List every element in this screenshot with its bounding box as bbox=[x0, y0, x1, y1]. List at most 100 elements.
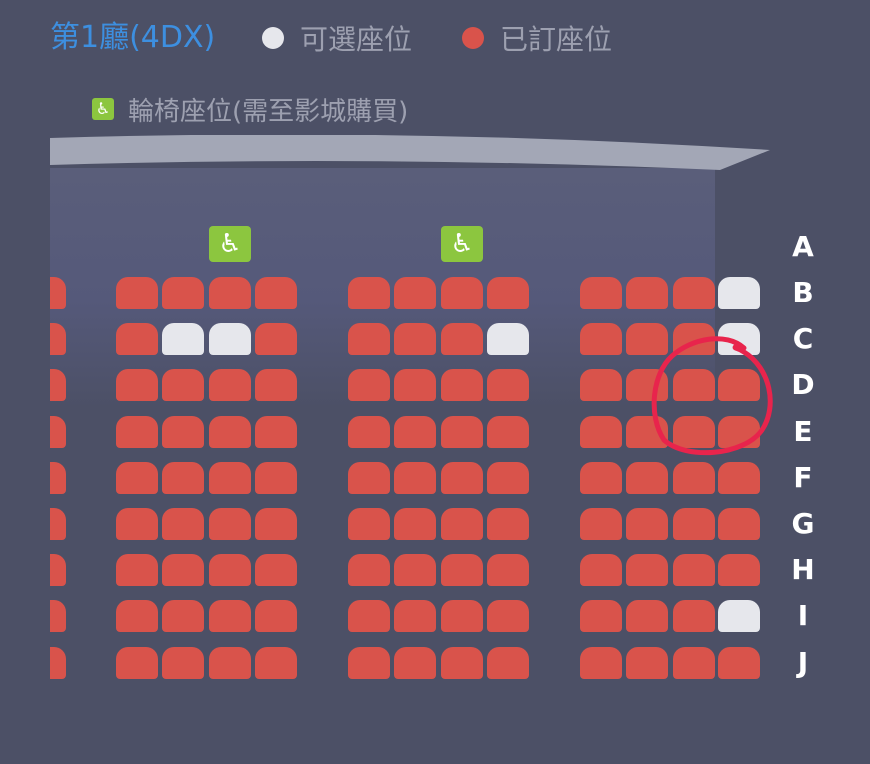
seat-J2 bbox=[162, 646, 204, 679]
seat-C4 bbox=[255, 323, 297, 356]
seat-G3 bbox=[209, 508, 251, 540]
red-circle-annotation bbox=[651, 336, 773, 456]
seat-B6 bbox=[394, 277, 436, 309]
seat-G7 bbox=[441, 508, 483, 540]
seat-B3 bbox=[209, 277, 251, 309]
seat-F3 bbox=[209, 461, 251, 494]
seat-J4 bbox=[255, 646, 297, 679]
row-label-c: C bbox=[792, 322, 814, 356]
seat-F6 bbox=[394, 461, 436, 494]
seat-J1 bbox=[116, 646, 158, 679]
seat-D6 bbox=[394, 369, 436, 402]
seat-F11 bbox=[673, 461, 715, 494]
seat-D9 bbox=[580, 369, 622, 402]
seat-G0 bbox=[50, 508, 66, 540]
seat-G4 bbox=[255, 508, 297, 540]
seat-J8 bbox=[487, 646, 529, 679]
seat-D1 bbox=[116, 369, 158, 402]
seat-F10 bbox=[626, 461, 668, 494]
seat-E2 bbox=[162, 415, 204, 448]
seat-C7 bbox=[441, 323, 483, 356]
seat-B4 bbox=[255, 277, 297, 309]
seat-F7 bbox=[441, 461, 483, 494]
seat-H4 bbox=[255, 554, 297, 587]
seat-B8 bbox=[487, 277, 529, 309]
seat-I3 bbox=[209, 600, 251, 633]
seat-E9 bbox=[580, 415, 622, 448]
row-label-d: D bbox=[791, 368, 815, 402]
seat-D0 bbox=[50, 369, 66, 402]
seat-J12 bbox=[718, 646, 760, 679]
seat-J6 bbox=[394, 646, 436, 679]
seat-G9 bbox=[580, 508, 622, 540]
seat-H6 bbox=[394, 554, 436, 587]
seat-C9 bbox=[580, 323, 622, 356]
seat-I0 bbox=[50, 600, 66, 633]
seat-H5 bbox=[348, 554, 390, 587]
seat-I5 bbox=[348, 600, 390, 633]
seat-I10 bbox=[626, 600, 668, 633]
seat-F1 bbox=[116, 461, 158, 494]
seat-G11 bbox=[673, 508, 715, 540]
seat-F4 bbox=[255, 461, 297, 494]
seat-I12[interactable] bbox=[718, 600, 760, 633]
seat-F2 bbox=[162, 461, 204, 494]
seat-G1 bbox=[116, 508, 158, 540]
row-label-a: A bbox=[792, 229, 814, 263]
seat-E3 bbox=[209, 415, 251, 448]
seat-J0 bbox=[50, 646, 66, 679]
seat-B11 bbox=[673, 277, 715, 309]
seat-G2 bbox=[162, 508, 204, 540]
seat-D8 bbox=[487, 369, 529, 402]
seat-G8 bbox=[487, 508, 529, 540]
seat-I8 bbox=[487, 600, 529, 633]
seat-C3[interactable] bbox=[209, 323, 251, 356]
seat-B10 bbox=[626, 277, 668, 309]
seat-I7 bbox=[441, 600, 483, 633]
seat-H11 bbox=[673, 554, 715, 587]
seat-G5 bbox=[348, 508, 390, 540]
seat-G10 bbox=[626, 508, 668, 540]
seat-G6 bbox=[394, 508, 436, 540]
seat-H1 bbox=[116, 554, 158, 587]
seat-D4 bbox=[255, 369, 297, 402]
seat-C1 bbox=[116, 323, 158, 356]
seat-I2 bbox=[162, 600, 204, 633]
seat-J3 bbox=[209, 646, 251, 679]
row-label-j: J bbox=[797, 645, 809, 679]
seat-G12 bbox=[718, 508, 760, 540]
seat-E5 bbox=[348, 415, 390, 448]
seat-F12 bbox=[718, 461, 760, 494]
seat-B5 bbox=[348, 277, 390, 309]
seat-H7 bbox=[441, 554, 483, 587]
seat-D3 bbox=[209, 369, 251, 402]
seat-B2 bbox=[162, 277, 204, 309]
seat-F8 bbox=[487, 461, 529, 494]
seat-F9 bbox=[580, 461, 622, 494]
row-label-g: G bbox=[791, 507, 815, 540]
seat-E4 bbox=[255, 415, 297, 448]
seat-D2 bbox=[162, 369, 204, 402]
seat-C0 bbox=[50, 323, 66, 356]
seat-C8[interactable] bbox=[487, 323, 529, 356]
seat-H9 bbox=[580, 554, 622, 587]
seat-B7 bbox=[441, 277, 483, 309]
seat-H8 bbox=[487, 554, 529, 587]
seat-H12 bbox=[718, 554, 760, 587]
row-label-f: F bbox=[793, 460, 813, 494]
seat-J5 bbox=[348, 646, 390, 679]
seat-C5 bbox=[348, 323, 390, 356]
seat-F5 bbox=[348, 461, 390, 494]
seat-J7 bbox=[441, 646, 483, 679]
wheelchair-icon[interactable]: ♿ bbox=[209, 226, 251, 262]
seat-E0 bbox=[50, 415, 66, 448]
seat-C2[interactable] bbox=[162, 323, 204, 356]
seat-C6 bbox=[394, 323, 436, 356]
seat-D7 bbox=[441, 369, 483, 402]
seat-F0 bbox=[50, 461, 66, 494]
seat-B0 bbox=[50, 277, 66, 309]
seat-J11 bbox=[673, 646, 715, 679]
seat-E8 bbox=[487, 415, 529, 448]
seat-B13[interactable] bbox=[718, 277, 760, 309]
wheelchair-icon[interactable]: ♿ bbox=[441, 226, 483, 262]
